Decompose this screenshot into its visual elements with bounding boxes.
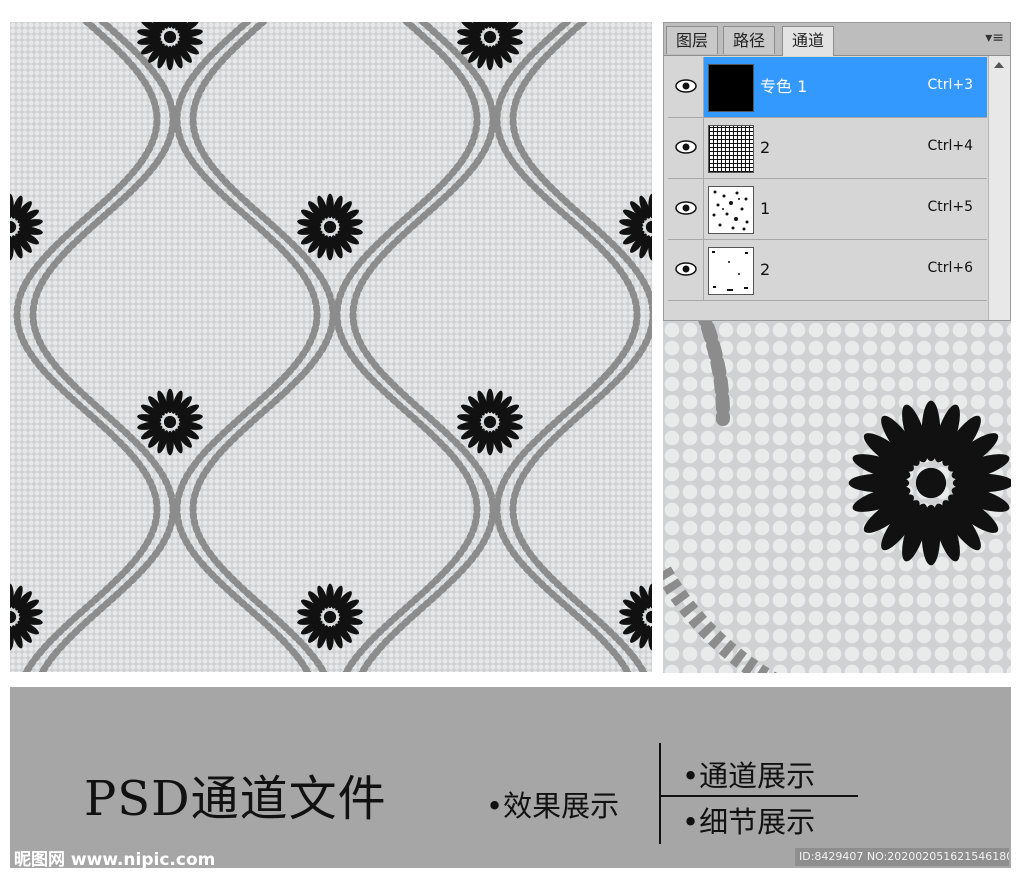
channel-thumbnail: [708, 125, 754, 173]
channel-name: 2: [760, 260, 771, 279]
site-logo: 昵图网 www.nipic.com: [14, 850, 216, 870]
wave-stripe: [29, 22, 177, 672]
channel-thumbnail: [708, 186, 754, 234]
channels-panel: 图层 路径 通道 ▾≡ 专色 1 Ctrl+3 2 Ctrl+4 1 Ctrl+…: [663, 22, 1011, 321]
visibility-eye-icon[interactable]: [668, 240, 704, 300]
image-id-badge: ID:8429407 NO:20200205162154618080: [795, 848, 1009, 866]
tab-paths[interactable]: 路径: [723, 26, 776, 54]
wave-stripe: [663, 566, 778, 673]
flower-motif: [10, 583, 43, 651]
flower-motif: [137, 388, 203, 456]
channel-name: 2: [760, 138, 771, 157]
wave-stripe: [349, 22, 497, 672]
channel-thumbnail: [708, 247, 754, 295]
wave-stripe: [173, 22, 321, 672]
channel-thumbnail: [708, 64, 754, 112]
pattern-preview: [10, 22, 652, 672]
footer-banner: PSD通道文件 •效果展示 •通道展示 •细节展示 昵图网 www.nipic.…: [10, 687, 1011, 870]
flower-motif: [297, 583, 363, 651]
visibility-eye-icon[interactable]: [668, 57, 704, 117]
channel-show-label: •通道展示: [682, 759, 816, 793]
channel-shortcut: Ctrl+4: [927, 138, 973, 154]
channel-row-1[interactable]: 1 Ctrl+5: [668, 179, 987, 240]
detail-artwork: [663, 321, 1011, 673]
detail-show-label: •细节展示: [682, 805, 816, 839]
channel-row-2[interactable]: 2 Ctrl+4: [668, 118, 987, 179]
flower-motif: [457, 388, 523, 456]
tab-layers[interactable]: 图层: [666, 26, 719, 54]
wave-stripe: [493, 22, 641, 672]
channel-shortcut: Ctrl+3: [927, 77, 973, 93]
channel-name: 1: [760, 199, 771, 218]
channel-name: 专色 1: [760, 77, 808, 96]
flower-motif: [10, 193, 43, 261]
scroll-up-arrow-icon[interactable]: [994, 62, 1004, 68]
divider-vertical: [659, 743, 661, 844]
channel-row-spot-1[interactable]: 专色 1 Ctrl+3: [668, 57, 987, 118]
flower-motif: [619, 193, 652, 261]
effect-label: •效果展示: [486, 789, 620, 823]
panel-scrollbar[interactable]: [988, 56, 1010, 320]
flower-motif: [848, 400, 1011, 566]
panel-menu-icon[interactable]: ▾≡: [985, 30, 1004, 46]
flower-motif: [297, 193, 363, 261]
visibility-eye-icon[interactable]: [668, 179, 704, 239]
visibility-eye-icon[interactable]: [668, 118, 704, 178]
channel-row-2b[interactable]: 2 Ctrl+6: [668, 240, 987, 301]
detail-preview: [663, 321, 1011, 673]
footer-title: PSD通道文件: [84, 771, 387, 827]
wave-stripe: [698, 321, 730, 426]
channel-shortcut: Ctrl+5: [927, 199, 973, 215]
tab-channels[interactable]: 通道: [782, 26, 835, 56]
channel-shortcut: Ctrl+6: [927, 260, 973, 276]
divider-horizontal: [660, 795, 858, 797]
panel-tabbar: 图层 路径 通道 ▾≡: [664, 23, 1010, 56]
pattern-artwork: [10, 22, 652, 672]
